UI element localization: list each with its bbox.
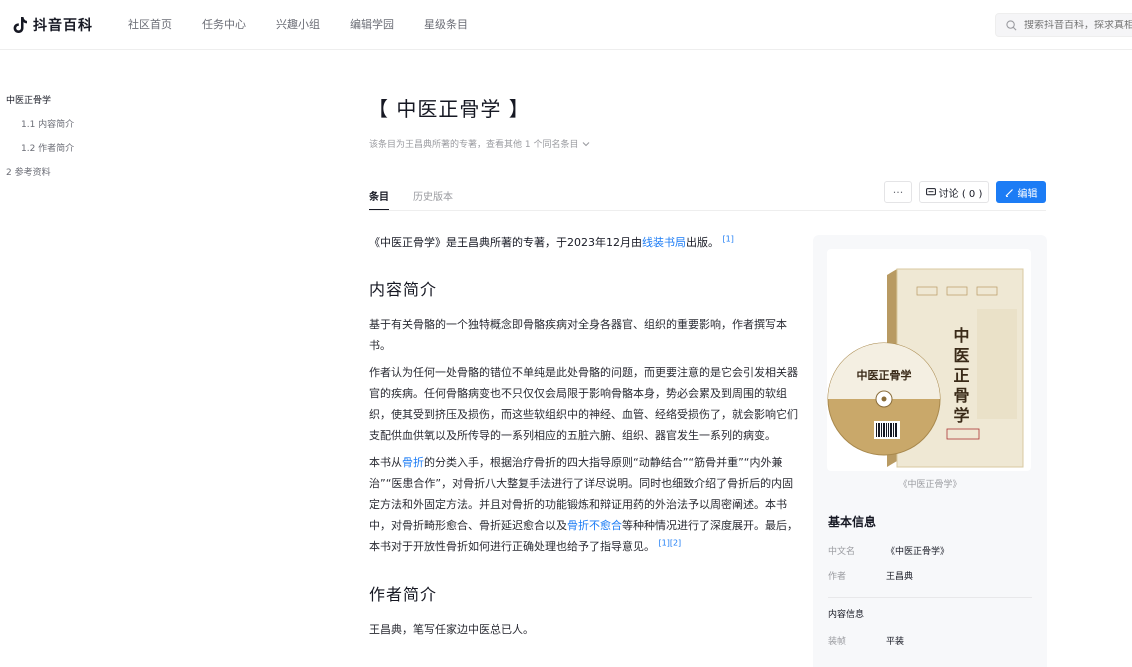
edit-label: 编辑: [1017, 188, 1038, 200]
more-icon: ···: [892, 185, 904, 199]
content-info-title: 内容信息: [828, 610, 865, 620]
entry-tabs: 条目 历史版本: [369, 188, 453, 211]
homonym-notice[interactable]: 该条目为王昌典所著的专著，查看其他 1 个同名条目: [369, 137, 590, 150]
tab-entry[interactable]: 条目: [369, 188, 389, 211]
discuss-button[interactable]: 讨论 ( 0 ): [919, 181, 989, 203]
chevron-down-icon: [583, 141, 590, 146]
publisher-link[interactable]: 线装书局: [642, 236, 686, 249]
info-value: 平装: [886, 637, 905, 647]
paragraph-text: 本书从: [369, 456, 402, 469]
intro-text: 《中医正骨学》是王昌典所著的专著，于2023年12月由: [369, 236, 642, 249]
info-key: 中文名: [828, 547, 856, 557]
page-title: 【 中医正骨学 】: [368, 97, 530, 121]
book-cover-image[interactable]: 中医正骨学 中医正骨学: [827, 249, 1031, 471]
basic-info-title: 基本信息: [828, 515, 877, 529]
book-cover-illustration: 中医正骨学 中医正骨学: [827, 268, 1024, 468]
nav-item-star-entries[interactable]: 星级条目: [424, 16, 468, 32]
nonunion-link[interactable]: 骨折不愈合: [567, 519, 622, 532]
cover-title: 中医正骨学: [951, 326, 970, 427]
info-value: 王昌典: [886, 572, 914, 582]
search-icon: [1006, 19, 1017, 30]
comment-icon: [925, 187, 936, 195]
info-row: 装帧 平装: [828, 634, 904, 647]
info-divider: [828, 597, 1032, 598]
section-title-content: 内容简介: [369, 280, 438, 299]
edit-button[interactable]: 编辑: [996, 181, 1046, 203]
tabs-divider: [369, 210, 1046, 211]
disc-title: 中医正骨学: [857, 368, 912, 382]
paragraph: 基于有关骨骼的一个独特概念即骨骼疾病对全身各器官、组织的重要影响，作者撰写本书。: [369, 318, 787, 352]
paragraph: 王昌典，笔写任家边中医总已人。: [369, 623, 534, 636]
paragraph: 本书从骨折的分类入手，根据治疗骨折的四大指导原则“动静结合”“筋骨并重”“内外兼…: [369, 452, 799, 557]
douyin-logo-icon: [13, 17, 27, 33]
search-input[interactable]: [1024, 19, 1132, 31]
main-nav: 社区首页 任务中心 兴趣小组 编辑学园 星级条目: [128, 16, 498, 32]
toc-item-references[interactable]: 2 参考资料: [6, 166, 156, 190]
fracture-link[interactable]: 骨折: [402, 456, 424, 469]
intro-text-end: 出版。: [686, 236, 719, 249]
reference-marker[interactable]: [1][2]: [659, 538, 682, 547]
nav-item-task-center[interactable]: 任务中心: [202, 16, 246, 32]
more-button[interactable]: ···: [884, 181, 912, 203]
paragraph: 作者认为任何一处骨骼的错位不单纯是此处骨骼的问题，而更要注意的是它会引发相关器官…: [369, 366, 798, 442]
discuss-label: 讨论 ( 0 ): [938, 188, 983, 200]
table-of-contents: 中医正骨学 1.1 内容简介 1.2 作者简介 2 参考资料: [6, 94, 156, 190]
toc-item-author-intro[interactable]: 1.2 作者简介: [6, 142, 156, 166]
nav-item-editor-academy[interactable]: 编辑学园: [350, 16, 394, 32]
top-navigation-bar: 抖音百科 社区首页 任务中心 兴趣小组 编辑学园 星级条目: [0, 0, 1132, 50]
logo-text: 抖音百科: [33, 18, 93, 34]
search-box[interactable]: [995, 13, 1132, 37]
article-body: 《中医正骨学》是王昌典所著的专著，于2023年12月由线装书局出版。 [1] 内…: [369, 234, 799, 646]
info-row: 中文名 《中医正骨学》: [828, 544, 949, 557]
nav-item-community-home[interactable]: 社区首页: [128, 16, 172, 32]
info-row: 作者 王昌典: [828, 569, 913, 582]
pencil-icon: [1005, 188, 1013, 197]
info-key: 作者: [828, 572, 847, 582]
nav-item-interest-groups[interactable]: 兴趣小组: [276, 16, 320, 32]
logo[interactable]: 抖音百科: [12, 14, 93, 36]
info-card: 中医正骨学 中医正骨学 《中医正骨学》 基本信息 中文名 《中医正骨学》 作者 …: [813, 235, 1047, 667]
info-key: 装帧: [828, 637, 847, 647]
info-value: 《中医正骨学》: [886, 547, 950, 557]
homonym-notice-text: 该条目为王昌典所著的专著，查看其他 1 个同名条目: [369, 140, 579, 150]
intro-paragraph: 《中医正骨学》是王昌典所著的专著，于2023年12月由线装书局出版。 [1]: [369, 234, 799, 252]
reference-marker[interactable]: [1]: [723, 234, 734, 243]
tab-history[interactable]: 历史版本: [413, 188, 453, 211]
section-title-author: 作者简介: [369, 585, 438, 604]
toc-item-main[interactable]: 中医正骨学: [6, 94, 156, 118]
toc-item-content-intro[interactable]: 1.1 内容简介: [6, 118, 156, 142]
cover-caption: 《中医正骨学》: [898, 480, 962, 490]
